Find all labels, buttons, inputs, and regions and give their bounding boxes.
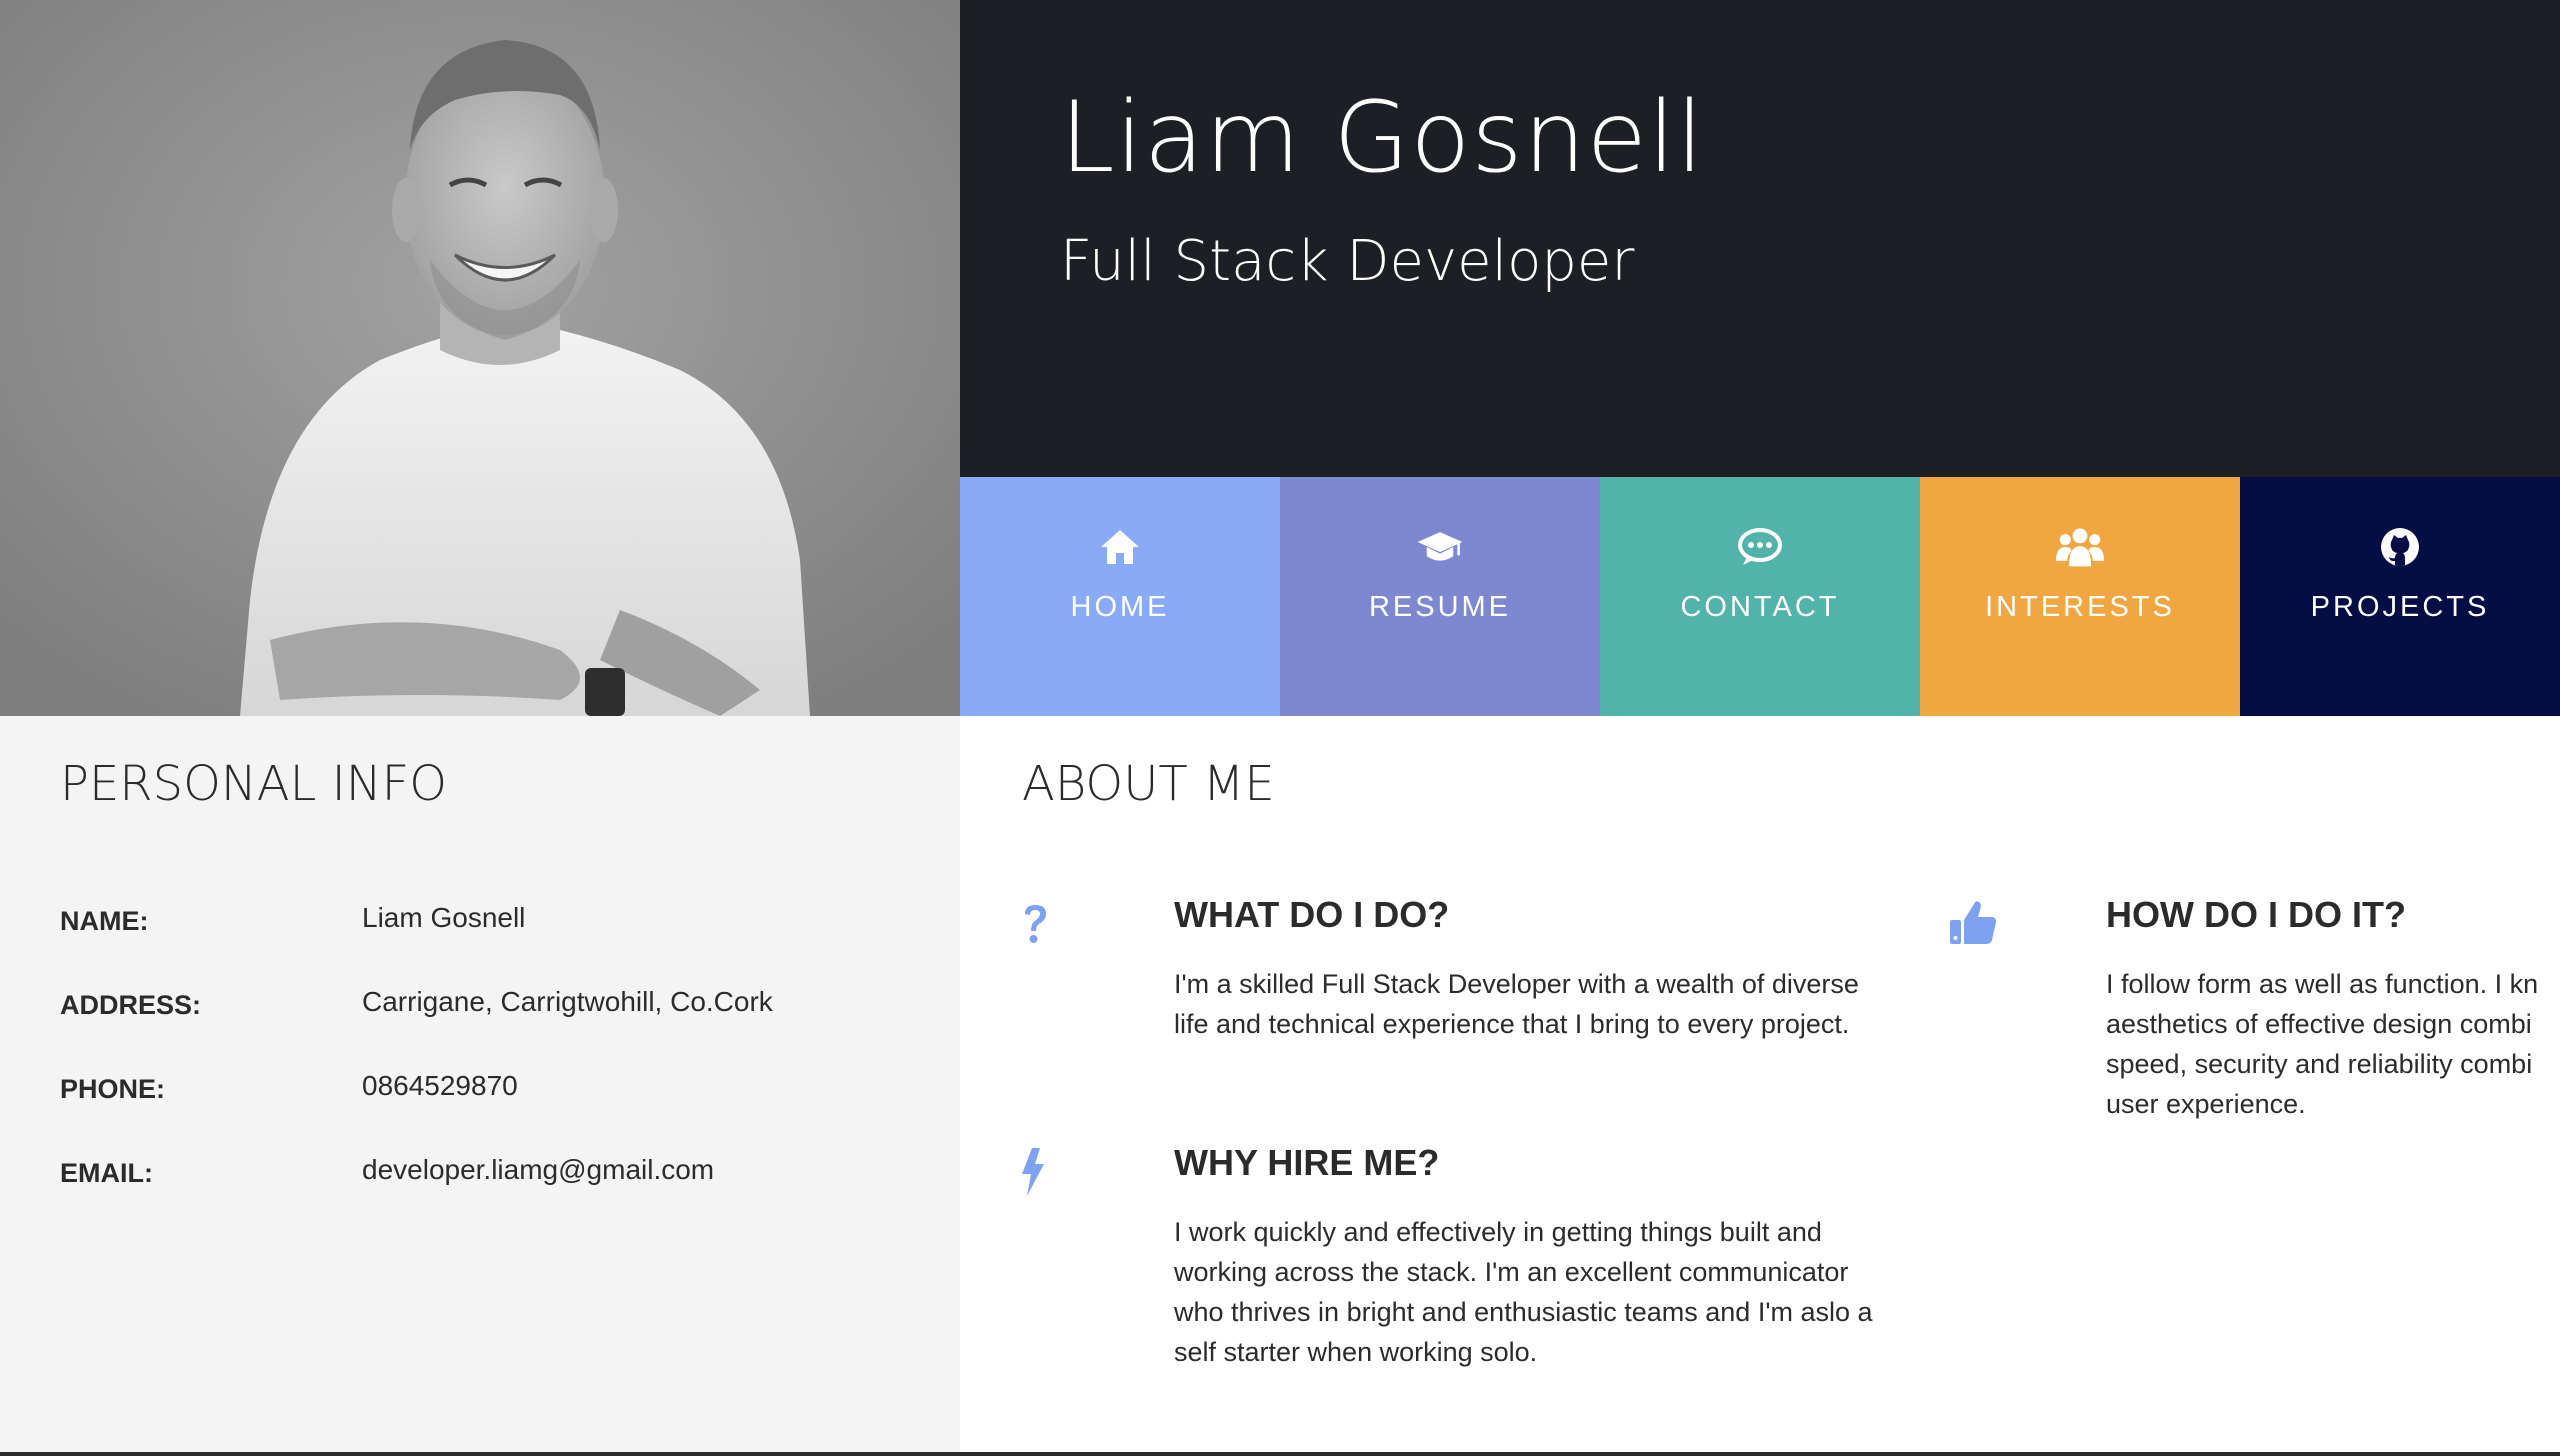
chat-bubble-icon	[1736, 523, 1784, 571]
info-value: Liam Gosnell	[362, 902, 526, 933]
info-value: Carrigane, Carrigtwohill, Co.Cork	[362, 986, 773, 1017]
bottom-divider	[0, 1452, 2560, 1456]
about-what-title: WHAT DO I DO?	[1174, 894, 1450, 935]
personal-info-section: PERSONAL INFO NAME: Liam Gosnell ADDRESS…	[0, 716, 960, 1456]
nav-item-projects[interactable]: PROJECTS	[2240, 477, 2560, 716]
info-row-email: EMAIL: developer.liamg@gmail.com	[60, 1154, 920, 1194]
about-me-heading: ABOUT ME	[1022, 756, 1275, 812]
nav-item-interests[interactable]: INTERESTS	[1920, 477, 2240, 716]
nav-item-contact[interactable]: CONTACT	[1600, 477, 1920, 716]
about-how-text-line: I follow form as well as function. I kn	[2106, 969, 2539, 999]
header: Liam Gosnell Full Stack Developer	[960, 0, 2560, 477]
info-label: NAME:	[60, 906, 149, 936]
about-why-title: WHY HIRE ME?	[1174, 1142, 1440, 1183]
info-row-name: NAME: Liam Gosnell	[60, 902, 920, 942]
about-how-text-line: aesthetics of effective design combi	[2106, 1009, 2532, 1039]
info-label: EMAIL:	[60, 1158, 153, 1188]
profile-photo	[0, 0, 960, 716]
info-row-phone: PHONE: 0864529870	[60, 1070, 920, 1110]
email-link[interactable]: developer.liamg@gmail.com	[362, 1154, 714, 1186]
nav-item-resume[interactable]: RESUME	[1280, 477, 1600, 716]
header-name: Liam Gosnell	[1060, 81, 1705, 195]
about-why-text: I work quickly and effectively in gettin…	[1174, 1217, 1873, 1367]
nav-item-home[interactable]: HOME	[960, 477, 1280, 716]
github-icon	[2376, 523, 2424, 571]
page: Liam Gosnell Full Stack Developer HOME R…	[0, 0, 2560, 1456]
about-how-text-line: speed, security and reliability combi	[2106, 1049, 2533, 1079]
personal-info-heading: PERSONAL INFO	[60, 756, 448, 812]
thumbs-up-icon	[1948, 894, 1998, 950]
home-icon	[1096, 523, 1144, 571]
info-row-address: ADDRESS: Carrigane, Carrigtwohill, Co.Co…	[60, 986, 920, 1026]
nav-item-home-label: HOME	[1070, 591, 1170, 623]
info-label: ADDRESS:	[60, 990, 202, 1020]
main-nav: HOME RESUME CONTACT INTERESTS PROJECTS	[960, 477, 2560, 716]
header-title: Full Stack Developer	[1060, 229, 1635, 294]
nav-item-projects-label: PROJECTS	[2310, 591, 2490, 623]
graduation-cap-icon	[1416, 523, 1464, 571]
users-icon	[2056, 523, 2104, 571]
about-me-section: ABOUT ME WHAT DO I DO? I'm a skilled Ful…	[960, 716, 2560, 1456]
info-label: PHONE:	[60, 1074, 166, 1104]
about-how-text-line: user experience.	[2106, 1089, 2306, 1119]
about-how-text: I follow form as well as function. I kn a…	[2106, 964, 2560, 1124]
nav-item-interests-label: INTERESTS	[1985, 591, 2175, 623]
lightning-bolt-icon	[1008, 1144, 1058, 1200]
nav-item-contact-label: CONTACT	[1680, 591, 1840, 623]
nav-item-resume-label: RESUME	[1368, 591, 1512, 623]
question-mark-icon	[1010, 896, 1060, 952]
info-value: 0864529870	[362, 1070, 518, 1101]
about-how-title: HOW DO I DO IT?	[2106, 894, 2406, 935]
about-what-text: I'm a skilled Full Stack Developer with …	[1174, 969, 1859, 1039]
